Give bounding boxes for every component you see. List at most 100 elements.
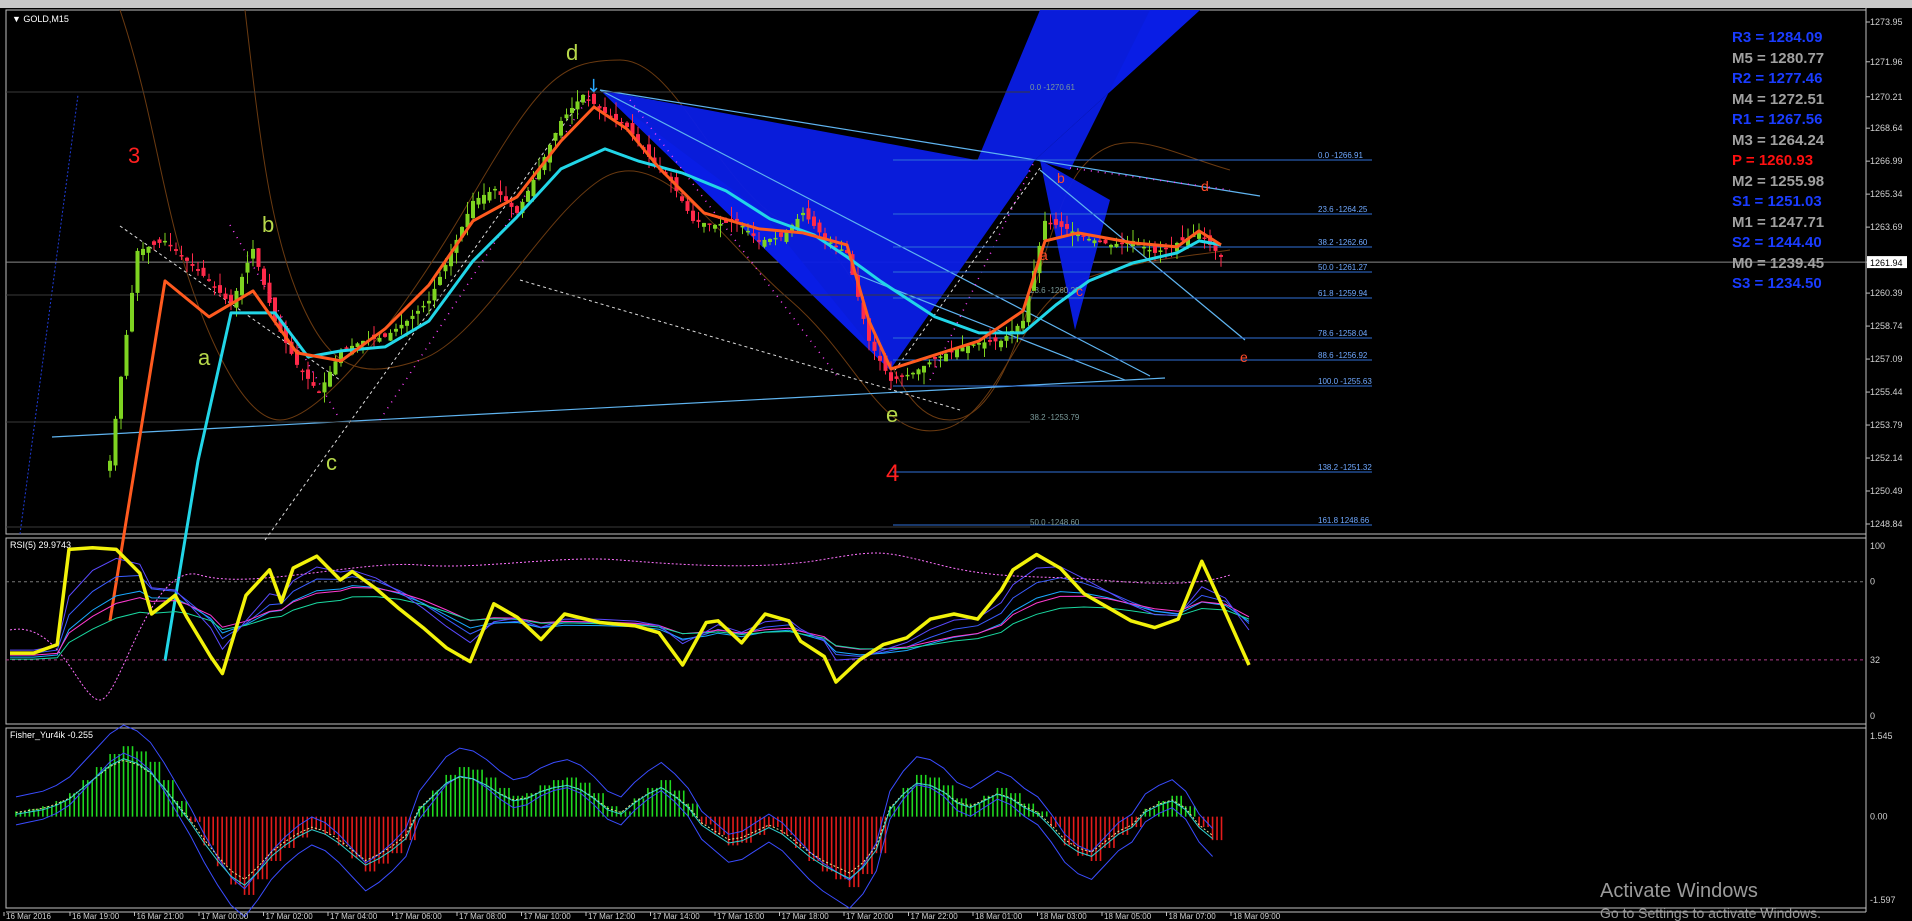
- time-tick-label: 18 Mar 09:00: [1233, 912, 1281, 919]
- candle-body: [944, 353, 948, 362]
- candle-body: [471, 200, 475, 219]
- candle-body: [251, 248, 255, 259]
- candle-body: [559, 120, 563, 136]
- price-axis: 1273.95 1271.96 1270.21 1268.64 1266.99 1265.…: [1866, 17, 1903, 529]
- candle-body: [773, 237, 778, 240]
- pivot-level: R2 = 1277.46: [1732, 70, 1823, 87]
- time-tick-label: 17 Mar 12:00: [588, 912, 636, 919]
- sub-wave-label: e: [1240, 349, 1248, 365]
- pivot-level: R3 = 1284.09: [1732, 29, 1823, 46]
- wave-label: b: [262, 212, 274, 237]
- candle-body: [267, 282, 272, 303]
- candle-body: [718, 223, 723, 226]
- price-tick-label: 1257.09: [1870, 354, 1903, 364]
- candle-body: [174, 249, 178, 251]
- fib-label-right: 88.6 -1256.92: [1318, 351, 1368, 360]
- candle-body: [894, 376, 899, 379]
- candle-body: [927, 362, 932, 365]
- candle-body: [493, 188, 497, 191]
- candle-body: [306, 369, 310, 379]
- fisher-level-label: -1.597: [1870, 895, 1896, 905]
- candle-body: [1087, 238, 1091, 241]
- rsi-level-label: 32: [1870, 655, 1880, 665]
- pivot-level: S3 = 1234.50: [1732, 275, 1822, 292]
- candle-body: [762, 239, 767, 247]
- candle-body: [526, 190, 530, 202]
- candle-body: [1098, 240, 1102, 243]
- fib-label-right: 61.8 -1259.94: [1318, 289, 1368, 298]
- candle-body: [751, 233, 756, 236]
- candle-body: [322, 382, 327, 393]
- fib-label-right: 0.0 -1266.91: [1318, 151, 1363, 160]
- price-tick-label: 1270.21: [1870, 92, 1903, 102]
- candle-body: [482, 194, 486, 204]
- candle-body: [223, 293, 228, 299]
- candle-body: [328, 371, 332, 387]
- fisher-title: Fisher_Yur4ik -0.255: [10, 730, 93, 740]
- candle-body: [702, 222, 706, 227]
- sub-wave-label: a: [1040, 247, 1048, 263]
- candle-body: [801, 212, 805, 216]
- time-tick-label: 17 Mar 20:00: [846, 912, 894, 919]
- candle-body: [515, 206, 519, 213]
- time-tick-label: 17 Mar 16:00: [717, 912, 765, 919]
- candle-body: [201, 267, 206, 276]
- candle-body: [300, 370, 305, 373]
- pivot-level: R1 = 1267.56: [1732, 111, 1823, 128]
- candle-body: [1043, 220, 1047, 241]
- wave-label: a: [198, 345, 211, 370]
- time-tick-label: 18 Mar 07:00: [1169, 912, 1217, 919]
- pivot-level: M4 = 1272.51: [1732, 90, 1825, 108]
- time-tick-label: 18 Mar 01:00: [975, 912, 1023, 919]
- wave-label: e: [886, 402, 898, 427]
- candle-body: [476, 197, 481, 205]
- candle-body: [1158, 250, 1163, 253]
- candle-body: [993, 337, 998, 342]
- price-tick-label: 1255.44: [1870, 387, 1903, 397]
- candle-body: [262, 268, 266, 285]
- candle-body: [1147, 249, 1152, 252]
- candle-body: [812, 216, 816, 226]
- candle-body: [388, 332, 393, 341]
- rsi-panel-frame: [5, 537, 1867, 725]
- pivot-levels-panel: R3 = 1284.09 M5 = 1280.77 R2 = 1277.46 M4 =…: [1732, 28, 1836, 295]
- candle-body: [586, 99, 591, 101]
- candle-body: [1202, 237, 1207, 239]
- candle-body: [1021, 320, 1025, 329]
- candle-body: [333, 361, 338, 375]
- candle-body: [416, 310, 420, 314]
- sub-wave-label: d: [1201, 178, 1209, 194]
- price-tick-label: 1253.79: [1870, 420, 1903, 430]
- candle-body: [1109, 244, 1113, 248]
- candle-body: [1065, 223, 1069, 229]
- price-tick-label: 1260.39: [1870, 288, 1903, 298]
- candle-body: [399, 324, 404, 329]
- price-tick-label: 1250.49: [1870, 486, 1903, 496]
- candle-body: [988, 340, 992, 342]
- candle-body: [185, 257, 189, 261]
- fisher-level-label: 0.00: [1870, 812, 1888, 822]
- candle-body: [740, 225, 745, 228]
- candle-body: [157, 239, 162, 243]
- pivot-level: P = 1260.93: [1732, 152, 1814, 169]
- trading-chart[interactable]: 1273.95 1271.96 1270.21 1268.64 1266.99 1265.…: [0, 0, 1912, 919]
- time-tick-label: 17 Mar 22:00: [911, 912, 959, 919]
- fib-label-left: 50.0 -1248.60: [1030, 518, 1080, 527]
- candle-body: [504, 196, 508, 201]
- wave-label: 3: [128, 143, 140, 168]
- current-price-label: 1261.94: [1870, 258, 1903, 268]
- fib-label-left: 38.2 -1253.79: [1030, 413, 1080, 422]
- price-tick-label: 1266.99: [1870, 156, 1903, 166]
- candle-body: [1059, 221, 1064, 227]
- candle-body: [421, 305, 426, 308]
- candle-body: [531, 179, 536, 197]
- candle-body: [256, 248, 261, 267]
- candle-body: [779, 232, 783, 237]
- candle-body: [108, 460, 112, 471]
- time-tick-label: 17 Mar 00:00: [201, 912, 249, 919]
- candle-body: [1120, 242, 1124, 245]
- candle-body: [1153, 245, 1157, 253]
- candle-body: [1219, 254, 1223, 257]
- sub-wave-label: c: [1076, 283, 1083, 299]
- candle-body: [146, 246, 151, 253]
